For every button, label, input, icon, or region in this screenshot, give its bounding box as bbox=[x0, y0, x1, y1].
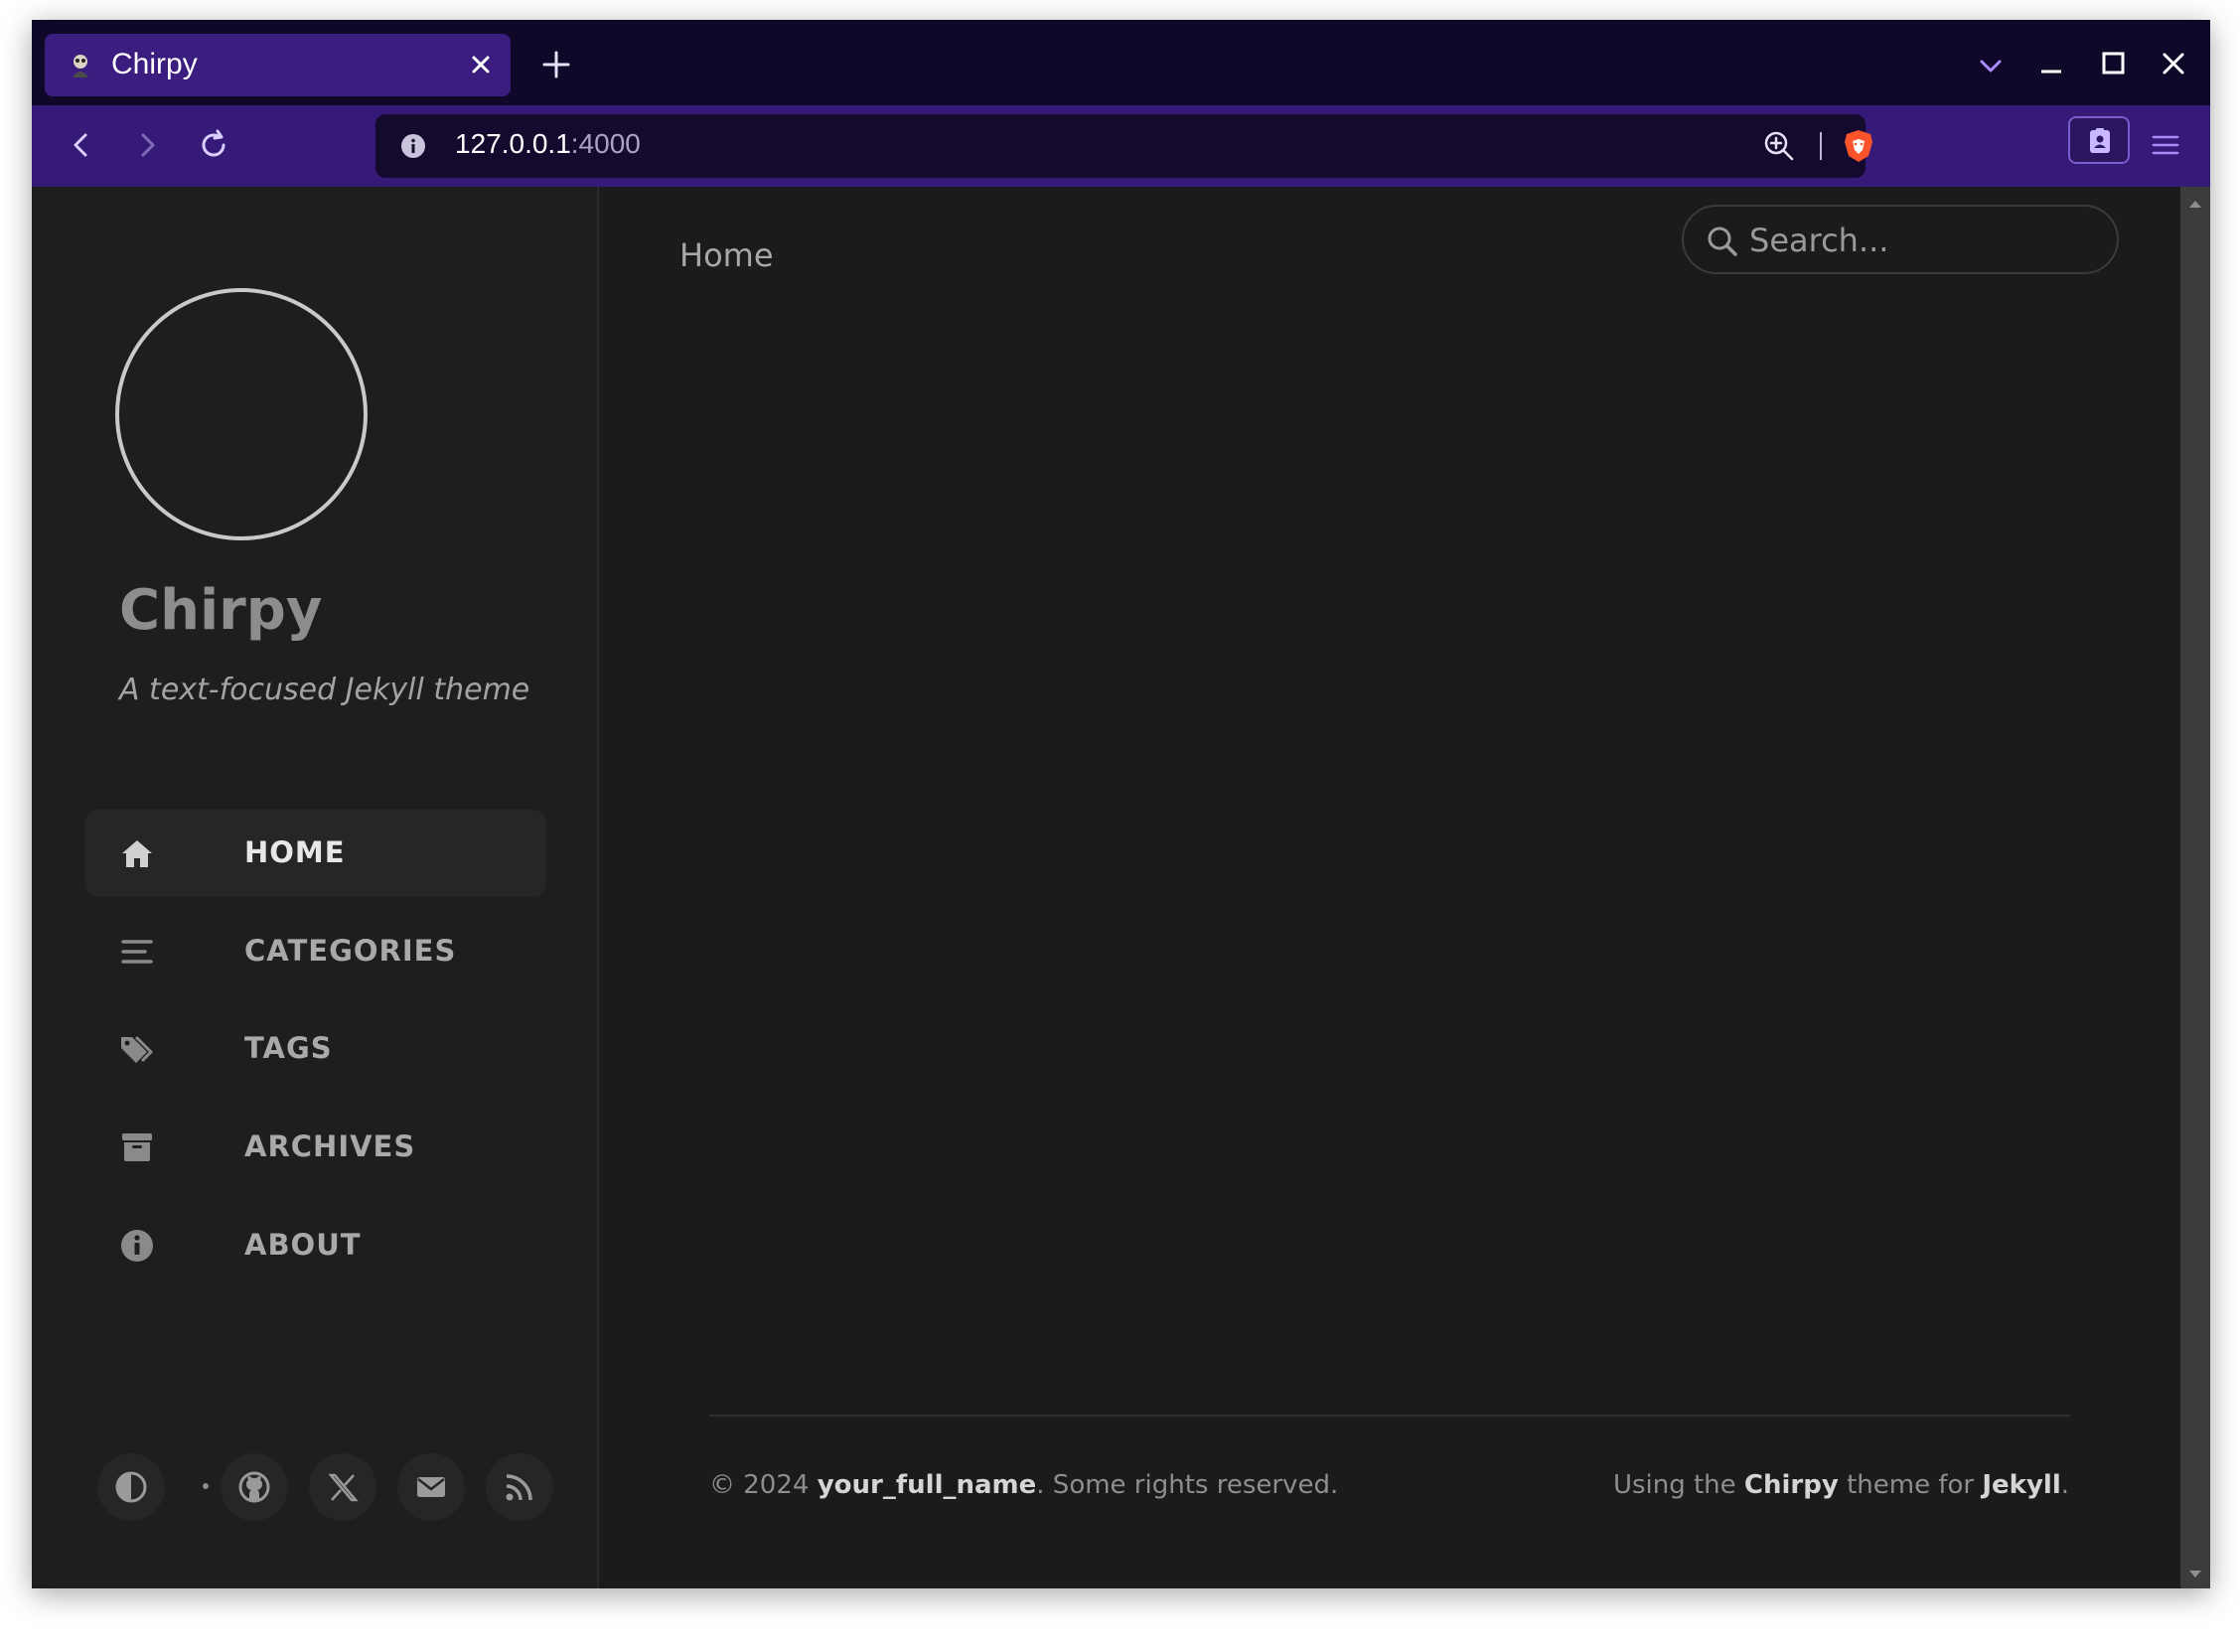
scrollbar[interactable] bbox=[2180, 187, 2210, 1588]
tags-icon bbox=[121, 1035, 153, 1063]
reload-icon[interactable] bbox=[194, 125, 233, 165]
browser-toolbar: 127.0.0.1:4000 bbox=[32, 105, 2210, 187]
rss-icon bbox=[506, 1474, 532, 1501]
list-icon bbox=[121, 940, 153, 964]
tab-title: Chirpy bbox=[111, 48, 198, 80]
x-icon bbox=[328, 1473, 359, 1502]
theme-toggle-button[interactable] bbox=[97, 1453, 165, 1521]
rss-link[interactable] bbox=[486, 1453, 553, 1521]
nav-item-about[interactable]: ABOUT bbox=[85, 1202, 546, 1289]
archive-icon bbox=[122, 1133, 152, 1161]
page-content: Chirpy A text-focused Jekyll theme HOME … bbox=[32, 187, 2180, 1588]
home-icon bbox=[122, 840, 152, 867]
info-icon bbox=[121, 1230, 153, 1262]
url-text[interactable]: 127.0.0.1:4000 bbox=[455, 128, 641, 160]
maximize-icon[interactable] bbox=[2095, 46, 2131, 81]
search-icon bbox=[1708, 226, 1737, 256]
new-tab-icon[interactable] bbox=[536, 45, 576, 84]
search-input[interactable] bbox=[1749, 219, 2087, 262]
back-icon[interactable] bbox=[62, 125, 101, 165]
footer-divider bbox=[709, 1415, 2070, 1417]
site-subtitle: A text-focused Jekyll theme bbox=[119, 673, 530, 707]
wallet-button[interactable] bbox=[2068, 116, 2130, 164]
footer-credits: Using the Chirpy theme for Jekyll. bbox=[1613, 1470, 2069, 1500]
footer-copyright: © 2024 your_full_name. Some rights reser… bbox=[709, 1470, 1338, 1500]
close-window-icon[interactable] bbox=[2156, 46, 2191, 81]
scroll-up-arrow-icon[interactable] bbox=[2187, 197, 2203, 211]
nav-label-categories: CATEGORIES bbox=[244, 934, 457, 968]
tab-strip: Chirpy bbox=[32, 20, 2210, 105]
nav-item-home[interactable]: HOME bbox=[85, 810, 546, 897]
browser-window: Chirpy 127.0.0.1:4000 Chirpy A text-focu… bbox=[32, 20, 2210, 1588]
nav-item-archives[interactable]: ARCHIVES bbox=[85, 1104, 546, 1191]
sidebar: Chirpy A text-focused Jekyll theme HOME … bbox=[32, 187, 599, 1588]
site-info-icon[interactable] bbox=[399, 132, 427, 160]
chirpy-favicon-icon bbox=[73, 55, 88, 77]
github-link[interactable] bbox=[221, 1453, 288, 1521]
brave-shield-icon[interactable] bbox=[1842, 128, 1875, 164]
nav-item-tags[interactable]: TAGS bbox=[85, 1005, 546, 1093]
url-divider bbox=[1820, 132, 1822, 160]
menu-icon[interactable] bbox=[2148, 127, 2183, 163]
using-suffix: . bbox=[2060, 1470, 2069, 1500]
github-icon bbox=[238, 1471, 270, 1503]
x-twitter-link[interactable] bbox=[309, 1453, 376, 1521]
owner-link[interactable]: your_full_name bbox=[818, 1470, 1037, 1500]
jekyll-link[interactable]: Jekyll bbox=[1982, 1470, 2060, 1500]
address-bar[interactable]: 127.0.0.1:4000 bbox=[375, 114, 1872, 178]
copyright-suffix: . Some rights reserved. bbox=[1036, 1470, 1339, 1500]
separator-dot bbox=[203, 1483, 209, 1489]
nav-label-archives: ARCHIVES bbox=[244, 1129, 416, 1163]
email-icon bbox=[417, 1477, 445, 1497]
url-port: :4000 bbox=[570, 128, 641, 159]
minimize-icon[interactable] bbox=[2033, 46, 2069, 81]
nav-item-categories[interactable]: CATEGORIES bbox=[85, 908, 546, 995]
theme-toggle-icon bbox=[115, 1471, 147, 1503]
nav-label-about: ABOUT bbox=[244, 1228, 362, 1262]
nav-label-home: HOME bbox=[244, 835, 346, 869]
using-prefix: Using the bbox=[1612, 1470, 1744, 1500]
close-tab-icon[interactable] bbox=[465, 49, 497, 80]
site-title[interactable]: Chirpy bbox=[119, 578, 322, 643]
forward-icon[interactable] bbox=[127, 125, 167, 165]
using-middle: theme for bbox=[1838, 1470, 1983, 1500]
chevron-down-icon[interactable] bbox=[1974, 49, 2008, 82]
tab-chirpy[interactable]: Chirpy bbox=[45, 34, 511, 96]
email-link[interactable] bbox=[397, 1453, 465, 1521]
copyright-prefix: © 2024 bbox=[709, 1470, 818, 1500]
zoom-icon[interactable] bbox=[1762, 129, 1796, 163]
search-box[interactable] bbox=[1682, 205, 2119, 274]
chirpy-theme-link[interactable]: Chirpy bbox=[1744, 1470, 1839, 1500]
sidebar-bottom-links bbox=[97, 1453, 553, 1523]
url-host: 127.0.0.1 bbox=[455, 128, 571, 159]
scroll-down-arrow-icon[interactable] bbox=[2187, 1568, 2203, 1581]
avatar[interactable] bbox=[115, 288, 368, 540]
wallet-icon bbox=[2090, 128, 2110, 153]
nav-label-tags: TAGS bbox=[244, 1031, 333, 1065]
breadcrumb: Home bbox=[679, 236, 774, 274]
